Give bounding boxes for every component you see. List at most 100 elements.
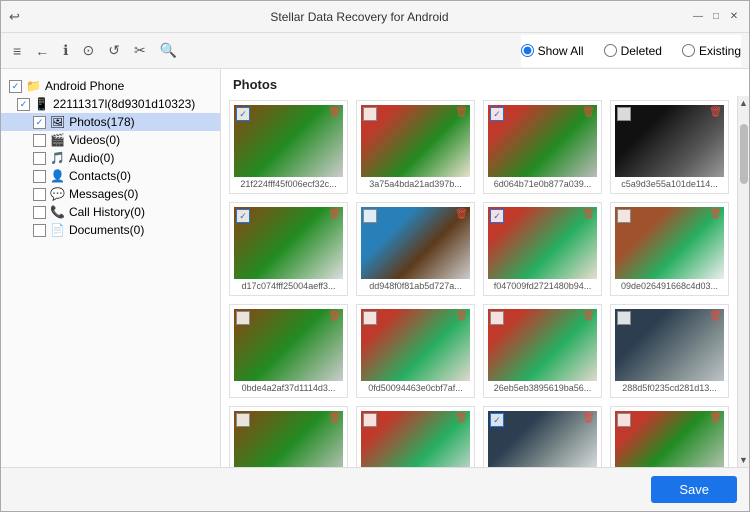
- contacts-checkbox[interactable]: [33, 170, 46, 183]
- filter-deleted[interactable]: Deleted: [604, 44, 662, 58]
- filter-bar: Show All Deleted Existing: [521, 35, 741, 67]
- root-checkbox[interactable]: ✓: [9, 80, 22, 93]
- photo-delete-icon[interactable]: 🗑: [709, 107, 722, 118]
- photo-label: 09de026491668c4d03...: [615, 281, 724, 291]
- photo-checkbox[interactable]: ✓: [490, 413, 504, 427]
- photo-delete-icon[interactable]: 🗑: [709, 311, 722, 322]
- photo-checkbox[interactable]: [236, 311, 250, 325]
- photo-delete-icon[interactable]: 🗑: [709, 413, 722, 424]
- sidebar-root[interactable]: ✓ 📁 Android Phone: [1, 77, 220, 95]
- photo-item[interactable]: ✓🗑21f224fff45f006ecf32c...: [229, 100, 348, 194]
- photo-delete-icon[interactable]: 🗑: [582, 311, 595, 322]
- close-button[interactable]: ✕: [727, 10, 741, 24]
- photo-checkbox[interactable]: [236, 413, 250, 427]
- photo-item[interactable]: 🗑26eb5eb3895619ba56...: [483, 304, 602, 398]
- photo-delete-icon[interactable]: 🗑: [455, 311, 468, 322]
- messages-checkbox[interactable]: [33, 188, 46, 201]
- photo-checkbox[interactable]: ✓: [490, 107, 504, 121]
- documents-checkbox[interactable]: [33, 224, 46, 237]
- photo-item[interactable]: 🗑3a75a4bda21ad397b...: [356, 100, 475, 194]
- sidebar-audio-label: Audio(0): [69, 151, 114, 165]
- photo-item[interactable]: 🗑0bde4a2af37d1114d3...: [229, 304, 348, 398]
- sidebar-device[interactable]: ✓ 📱 22111317l(8d9301d10323): [1, 95, 220, 113]
- photo-delete-icon[interactable]: 🗑: [582, 209, 595, 220]
- photo-item[interactable]: 🗑3304edde4727d78185...: [610, 406, 729, 467]
- filter-existing[interactable]: Existing: [682, 44, 741, 58]
- photo-checkbox[interactable]: [617, 413, 631, 427]
- photo-item[interactable]: ✓🗑3101eaf065f9d5626cb...: [483, 406, 602, 467]
- photo-item[interactable]: 🗑dd948f0f81ab5d727a...: [356, 202, 475, 296]
- scroll-thumb[interactable]: [740, 124, 748, 184]
- photo-thumbnail: 🗑: [361, 105, 470, 177]
- photo-checkbox[interactable]: [363, 209, 377, 223]
- photo-item[interactable]: 🗑2b5c270cfed71b7067...: [356, 406, 475, 467]
- search-icon[interactable]: 🔍: [156, 40, 181, 61]
- maximize-button[interactable]: □: [709, 10, 723, 24]
- device-checkbox[interactable]: ✓: [17, 98, 30, 111]
- sidebar-item-documents[interactable]: 📄 Documents(0): [1, 221, 220, 239]
- photo-delete-icon[interactable]: 🗑: [582, 413, 595, 424]
- save-button[interactable]: Save: [651, 476, 737, 503]
- refresh-icon[interactable]: ↺: [104, 40, 124, 61]
- photo-item[interactable]: 🗑c5a9d3e55a101de114...: [610, 100, 729, 194]
- photo-item[interactable]: 🗑3304edde4727d78185...: [229, 406, 348, 467]
- photo-delete-icon[interactable]: 🗑: [328, 413, 341, 424]
- photo-checkbox[interactable]: [617, 311, 631, 325]
- photo-delete-icon[interactable]: 🗑: [328, 209, 341, 220]
- videos-checkbox[interactable]: [33, 134, 46, 147]
- photo-item[interactable]: 🗑 09de026491668c4d03...: [610, 202, 729, 296]
- photo-checkbox[interactable]: ✓: [236, 107, 250, 121]
- photo-delete-icon[interactable]: 🗑: [582, 107, 595, 118]
- section-label: Photos: [221, 69, 749, 96]
- sidebar-messages-label: Messages(0): [69, 187, 138, 201]
- photo-thumbnail: 🗑: [234, 411, 343, 467]
- menu-icon[interactable]: ≡: [9, 41, 25, 61]
- scrollbar[interactable]: ▲ ▼: [737, 96, 749, 467]
- filter-show-all[interactable]: Show All: [521, 44, 584, 58]
- photo-item[interactable]: 🗑288d5f0235cd281d13...: [610, 304, 729, 398]
- scroll-up-arrow[interactable]: ▲: [737, 96, 749, 110]
- photo-thumbnail: 🗑: [361, 309, 470, 381]
- photo-checkbox[interactable]: ✓: [490, 209, 504, 223]
- folder-icon: 📁: [26, 79, 41, 93]
- sidebar-item-audio[interactable]: 🎵 Audio(0): [1, 149, 220, 167]
- photo-checkbox[interactable]: [617, 107, 631, 121]
- audio-checkbox[interactable]: [33, 152, 46, 165]
- photo-delete-icon[interactable]: 🗑: [328, 311, 341, 322]
- photo-thumbnail: 🗑: [234, 309, 343, 381]
- cut-icon[interactable]: ✂: [130, 40, 150, 61]
- callhistory-checkbox[interactable]: [33, 206, 46, 219]
- photo-checkbox[interactable]: [363, 413, 377, 427]
- photo-delete-icon[interactable]: 🗑: [328, 107, 341, 118]
- sidebar-item-contacts[interactable]: 👤 Contacts(0): [1, 167, 220, 185]
- toolbar: ≡ ← ℹ ⊙ ↺ ✂ 🔍 Show All Deleted Existing: [1, 33, 749, 69]
- messages-icon: 💬: [50, 187, 65, 201]
- scan-icon[interactable]: ⊙: [79, 40, 99, 61]
- photo-delete-icon[interactable]: 🗑: [455, 413, 468, 424]
- photo-checkbox[interactable]: ✓: [236, 209, 250, 223]
- photo-delete-icon[interactable]: 🗑: [455, 209, 468, 220]
- photo-item[interactable]: ✓🗑f047009fd2721480b94...: [483, 202, 602, 296]
- photo-checkbox[interactable]: [363, 311, 377, 325]
- info-icon[interactable]: ℹ: [59, 40, 72, 61]
- scroll-down-arrow[interactable]: ▼: [737, 453, 749, 467]
- sidebar-item-messages[interactable]: 💬 Messages(0): [1, 185, 220, 203]
- photo-checkbox[interactable]: [490, 311, 504, 325]
- photo-item[interactable]: 🗑 0fd50094463e0cbf7af...: [356, 304, 475, 398]
- sidebar-item-call-history[interactable]: 📞 Call History(0): [1, 203, 220, 221]
- documents-icon: 📄: [50, 223, 65, 237]
- photo-checkbox[interactable]: [363, 107, 377, 121]
- photo-checkbox[interactable]: [617, 209, 631, 223]
- photo-delete-icon[interactable]: 🗑: [709, 209, 722, 220]
- sidebar-item-videos[interactable]: 🎬 Videos(0): [1, 131, 220, 149]
- sidebar-item-photos[interactable]: ✓ 🖼 Photos(178): [1, 113, 220, 131]
- photo-item[interactable]: ✓🗑d17c074fff25004aeff3...: [229, 202, 348, 296]
- minimize-button[interactable]: —: [691, 10, 705, 24]
- app-window: ↩ Stellar Data Recovery for Android — □ …: [0, 0, 750, 512]
- back-icon[interactable]: ←: [31, 41, 53, 61]
- photo-label: 0fd50094463e0cbf7af...: [361, 383, 470, 393]
- photo-delete-icon[interactable]: 🗑: [455, 107, 468, 118]
- photo-item[interactable]: ✓🗑6d064b71e0b877a039...: [483, 100, 602, 194]
- photos-checkbox[interactable]: ✓: [33, 116, 46, 129]
- sidebar-contacts-label: Contacts(0): [69, 169, 131, 183]
